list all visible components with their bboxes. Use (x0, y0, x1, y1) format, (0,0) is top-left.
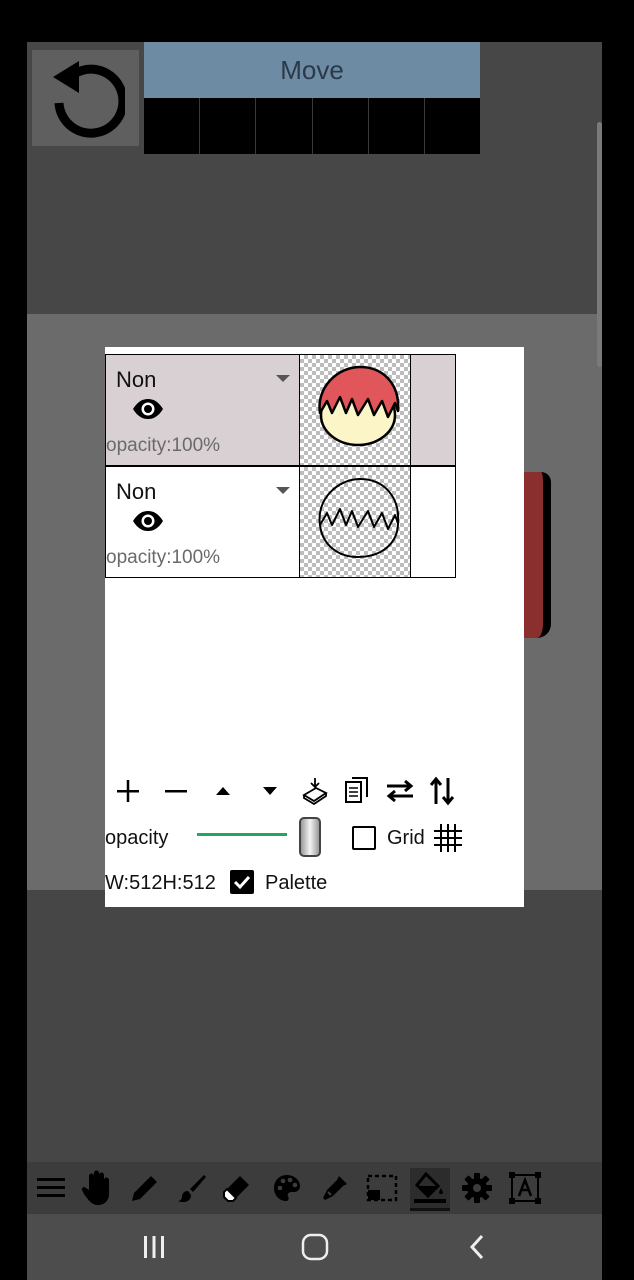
frame-slot[interactable] (311, 98, 368, 154)
opacity-slider-thumb[interactable] (299, 817, 321, 857)
layer-dialog: Non opacity:100% Non opacity:100% opacit… (105, 347, 524, 907)
home-icon[interactable] (295, 1229, 335, 1265)
frame-slot[interactable] (144, 98, 199, 154)
layer-toolbar (105, 772, 524, 810)
add-layer-icon[interactable] (108, 772, 148, 810)
checkmark-icon (233, 875, 251, 890)
swap-layer-icon[interactable] (380, 772, 420, 810)
hand-icon[interactable] (78, 1168, 118, 1208)
fill-bucket-icon[interactable] (410, 1168, 450, 1211)
brush-icon[interactable] (172, 1168, 212, 1208)
frame-slot[interactable] (423, 98, 480, 154)
palette-label: Palette (265, 872, 328, 894)
frame-slot[interactable] (367, 98, 424, 154)
visibility-eye-icon[interactable] (132, 398, 164, 425)
move-layer-down-icon[interactable] (250, 772, 290, 810)
dropdown-arrow-icon[interactable] (276, 487, 290, 494)
layer-thumbnail[interactable] (300, 355, 411, 465)
lineart-hair-drawing (318, 477, 400, 559)
layer-info: Non opacity:100% (106, 355, 300, 465)
layer-row[interactable]: Non opacity:100% (105, 354, 456, 466)
opacity-label: opacity (105, 827, 169, 849)
remove-layer-icon[interactable] (156, 772, 196, 810)
mode-title[interactable]: Move (144, 42, 480, 98)
visibility-eye-icon[interactable] (132, 510, 164, 537)
undo-icon (52, 61, 125, 138)
layer-thumbnail[interactable] (300, 467, 411, 577)
layer-info: Non opacity:100% (106, 467, 300, 577)
pencil-icon[interactable] (125, 1168, 165, 1208)
layer-row[interactable]: Non opacity:100% (105, 466, 456, 578)
frame-slot[interactable] (199, 98, 255, 154)
merge-layer-icon[interactable] (295, 772, 335, 810)
eraser-icon[interactable] (217, 1168, 257, 1208)
opacity-slider[interactable] (197, 817, 325, 857)
frame-slot[interactable] (255, 98, 311, 154)
grid-checkbox[interactable] (352, 826, 376, 850)
recent-apps-icon[interactable] (134, 1229, 174, 1265)
dropdown-arrow-icon[interactable] (276, 375, 290, 382)
bottom-toolbar (27, 1162, 602, 1214)
text-icon[interactable] (505, 1168, 545, 1208)
move-layer-up-icon[interactable] (203, 772, 243, 810)
back-icon[interactable] (457, 1229, 497, 1265)
opacity-slider-track[interactable] (197, 833, 287, 836)
selection-icon[interactable] (362, 1168, 402, 1208)
layer-opacity-label: opacity:100% (106, 547, 221, 568)
palette-icon[interactable] (267, 1168, 307, 1208)
copy-layer-icon[interactable] (337, 772, 377, 810)
system-nav-bar (27, 1214, 602, 1280)
grid-label: Grid (387, 827, 425, 849)
sort-layer-icon[interactable] (422, 772, 462, 810)
layer-opacity-label: opacity:100% (106, 435, 221, 456)
undo-button[interactable] (32, 50, 139, 146)
menu-icon[interactable] (31, 1168, 71, 1208)
blend-mode-select[interactable]: Non (116, 479, 156, 505)
canvas-size-label: W:512H:512 (105, 872, 216, 894)
colored-hair-drawing (318, 365, 400, 447)
palette-checkbox[interactable] (230, 870, 254, 894)
eyedropper-icon[interactable] (315, 1168, 355, 1208)
settings-icon[interactable] (457, 1168, 497, 1208)
grid-icon[interactable] (433, 823, 463, 858)
blend-mode-select[interactable]: Non (116, 367, 156, 393)
frame-strip (144, 98, 480, 154)
scrollbar[interactable] (597, 122, 602, 367)
